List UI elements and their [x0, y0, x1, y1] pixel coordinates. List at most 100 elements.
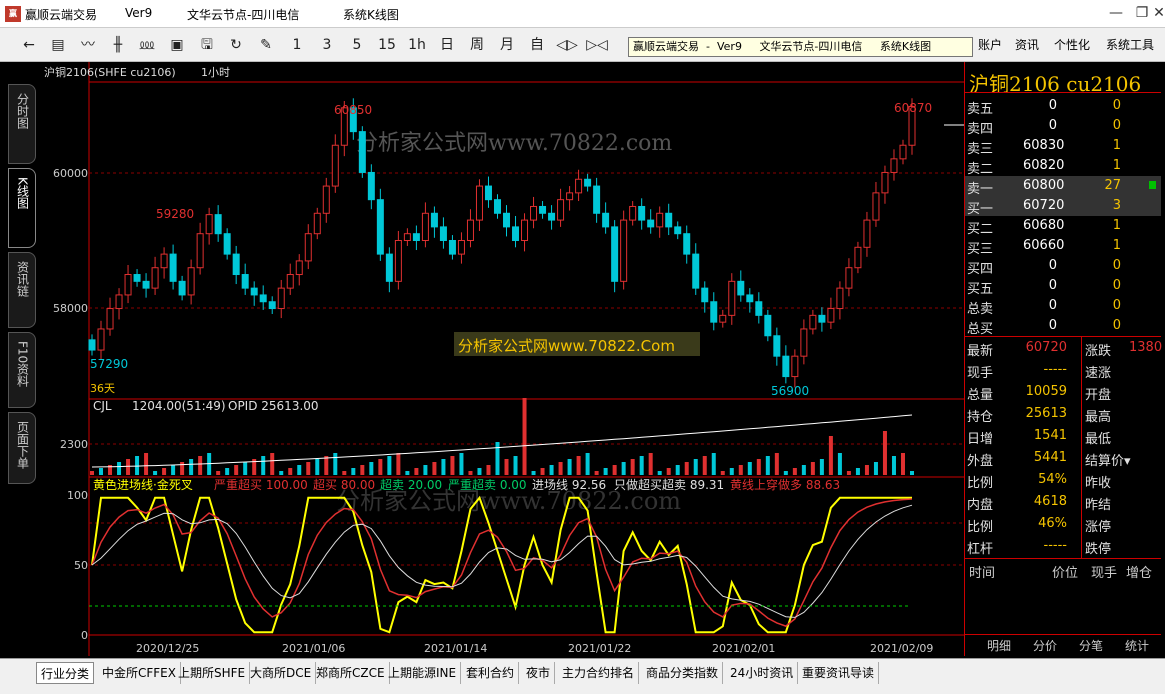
- candle: [214, 214, 222, 235]
- volume-bar: [648, 453, 653, 475]
- book-vol: 3: [1112, 198, 1121, 213]
- period-1h-button[interactable]: 1h: [406, 34, 428, 56]
- book-row[interactable]: 卖四 0 0: [965, 116, 1161, 137]
- toolbar: ← ▤ 〰 ╫ ⅏ ▣ 🖫 ↻ ✎ 1 3 5 15 1h 日 周 月 自 ◁▷…: [0, 28, 1165, 62]
- volume-bar: [747, 462, 752, 475]
- candle: [448, 240, 456, 255]
- tab-detail[interactable]: 明细: [987, 637, 1011, 654]
- restore-icon[interactable]: ❐: [1131, 2, 1153, 24]
- book-row[interactable]: 买四 0 0: [965, 256, 1161, 277]
- stat-label: 现手: [967, 366, 994, 381]
- book-row[interactable]: 买二 60680 1: [965, 216, 1161, 237]
- vol-name[interactable]: CJL: [93, 399, 112, 413]
- candle: [259, 294, 267, 303]
- book-row[interactable]: 卖五 0 0: [965, 96, 1161, 117]
- candle: [854, 246, 862, 269]
- tab-czce[interactable]: 郑商所CZCE: [312, 662, 390, 684]
- book-row[interactable]: 买三 60660 1: [965, 236, 1161, 257]
- tab-f10[interactable]: F10资料: [8, 332, 36, 408]
- period-1-button[interactable]: 1: [286, 34, 308, 56]
- menu-system-tools[interactable]: 系统工具: [1106, 36, 1154, 53]
- stat-value-2: 1380: [1129, 340, 1163, 355]
- minimize-icon[interactable]: —: [1105, 2, 1127, 24]
- indicator-icon[interactable]: ⅏: [136, 34, 158, 56]
- tab-main-rank[interactable]: 主力合约排名: [558, 662, 640, 684]
- save-icon[interactable]: 🖫: [196, 34, 218, 56]
- menu-news[interactable]: 资讯: [1015, 36, 1039, 53]
- candle-icon[interactable]: ╫: [107, 34, 129, 56]
- book-row[interactable]: 买一 60720 3: [965, 196, 1161, 217]
- tab-stats[interactable]: 统计: [1125, 637, 1149, 654]
- book-label: 卖二: [967, 162, 994, 177]
- window-node: 文华云节点-四川电信: [187, 8, 300, 22]
- tab-order[interactable]: 页面下单: [8, 412, 36, 484]
- volume-bar: [234, 465, 239, 475]
- period-day-button[interactable]: 日: [436, 34, 458, 56]
- line-chart-icon[interactable]: 〰: [77, 34, 99, 56]
- zoom-out-icon[interactable]: ▷◁: [586, 34, 608, 56]
- tab-24h-news[interactable]: 24小时资讯: [726, 662, 799, 684]
- stat-row: 比例 46% 涨停: [965, 514, 1161, 535]
- stat-value: -----: [1043, 538, 1067, 553]
- tab-newslink[interactable]: 资讯链: [8, 252, 36, 328]
- book-row[interactable]: 总卖 0 0: [965, 296, 1161, 317]
- chart-period[interactable]: 1小时: [201, 66, 230, 79]
- book-row[interactable]: 买五 0 0: [965, 276, 1161, 297]
- tab-kline[interactable]: K线图: [8, 168, 36, 248]
- period-5-button[interactable]: 5: [346, 34, 368, 56]
- book-label: 买一: [967, 202, 994, 217]
- date-5: 2021/02/09: [870, 642, 933, 655]
- tab-shfe[interactable]: 上期所SHFE: [174, 662, 251, 684]
- candle: [151, 267, 159, 289]
- volume-bar: [837, 453, 842, 475]
- menu-account[interactable]: 账户: [978, 36, 1002, 53]
- tab-industry[interactable]: 行业分类: [36, 662, 95, 684]
- candle: [232, 253, 240, 276]
- tab-cffex[interactable]: 中金所CFFEX: [98, 662, 181, 684]
- back-icon[interactable]: ←: [18, 34, 40, 56]
- book-row[interactable]: 卖三 60830 1: [965, 136, 1161, 157]
- period-3-button[interactable]: 3: [316, 34, 338, 56]
- book-row[interactable]: 总买 0 0: [965, 316, 1161, 337]
- template-icon[interactable]: ▣: [166, 34, 188, 56]
- volume-bar: [333, 453, 338, 475]
- close-icon[interactable]: ✕: [1153, 2, 1165, 24]
- tab-key-news[interactable]: 重要资讯导读: [798, 662, 880, 684]
- stat-label: 总量: [967, 388, 994, 403]
- stat-label: 最新: [967, 344, 994, 359]
- stat-label: 外盘: [967, 454, 994, 469]
- period-week-button[interactable]: 周: [466, 34, 488, 56]
- volume-bar: [288, 468, 293, 475]
- stat-label-2: 速涨: [1085, 366, 1112, 381]
- tab-night[interactable]: 夜市: [522, 662, 556, 684]
- book-row[interactable]: 卖二 60820 1: [965, 156, 1161, 177]
- book-row[interactable]: 卖一 60800 27: [965, 176, 1161, 197]
- period-custom-button[interactable]: 自: [526, 34, 548, 56]
- stat-label-2: 开盘: [1085, 388, 1112, 403]
- tab-ine[interactable]: 上期能源INE: [384, 662, 462, 684]
- draw-icon[interactable]: ✎: [255, 34, 277, 56]
- candle: [701, 287, 709, 303]
- period-month-button[interactable]: 月: [496, 34, 518, 56]
- volume-bar: [855, 468, 860, 475]
- tab-price-dist[interactable]: 分价: [1033, 637, 1057, 654]
- tab-commodity-index[interactable]: 商品分类指数: [642, 662, 724, 684]
- tab-dce[interactable]: 大商所DCE: [246, 662, 317, 684]
- stat-label: 内盘: [967, 498, 994, 513]
- tab-timeshare[interactable]: 分时图: [8, 84, 36, 164]
- trade-header-oi: 增仓: [1126, 566, 1153, 581]
- period-15-button[interactable]: 15: [376, 34, 398, 56]
- refresh-icon[interactable]: ↻: [225, 34, 247, 56]
- list-icon[interactable]: ▤: [47, 34, 69, 56]
- candle: [683, 233, 691, 255]
- ind-name[interactable]: 黄色进场线·金死叉: [93, 477, 193, 492]
- tab-arbitrage[interactable]: 套利合约: [462, 662, 520, 684]
- kline-chart[interactable]: 沪铜2106(SHFE cu2106) 1小时 60000 58000 2300…: [36, 62, 964, 656]
- zoom-in-icon[interactable]: ◁▷: [556, 34, 578, 56]
- candle: [457, 240, 465, 255]
- trade-headers: 时间 价位 现手 增仓: [965, 562, 1161, 582]
- tab-ticks[interactable]: 分笔: [1079, 637, 1103, 654]
- volume-bar: [369, 462, 374, 475]
- menu-personalize[interactable]: 个性化: [1054, 36, 1090, 53]
- candle: [503, 212, 511, 228]
